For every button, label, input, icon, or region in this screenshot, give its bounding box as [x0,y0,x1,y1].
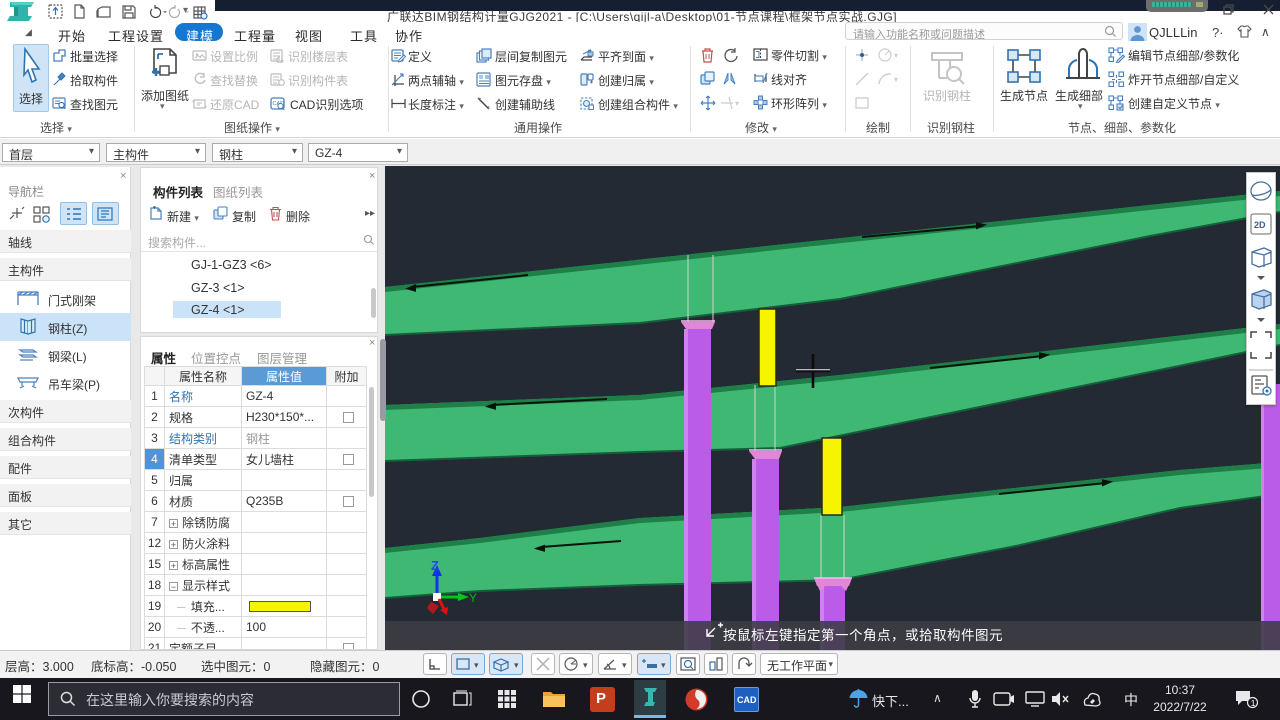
svg-text:Y: Y [469,591,477,605]
svg-text:▾: ▾ [474,660,479,670]
svg-text:2D: 2D [1254,220,1266,230]
svg-text:▾: ▾ [514,660,519,670]
svg-text:按鼠标左键指定第一个角点，或拾取构件图元: 按鼠标左键指定第一个角点，或拾取构件图元 [723,627,1003,643]
svg-text:▾: ▾ [583,660,588,670]
svg-text:▾: ▾ [894,75,898,84]
svg-text:▾: ▾ [894,51,898,60]
svg-text:▾: ▾ [661,660,666,670]
svg-text:Z: Z [431,558,439,573]
svg-text:▾: ▾ [622,660,627,670]
svg-text:▾: ▾ [735,99,739,108]
svg-text:1: 1 [1251,698,1256,708]
